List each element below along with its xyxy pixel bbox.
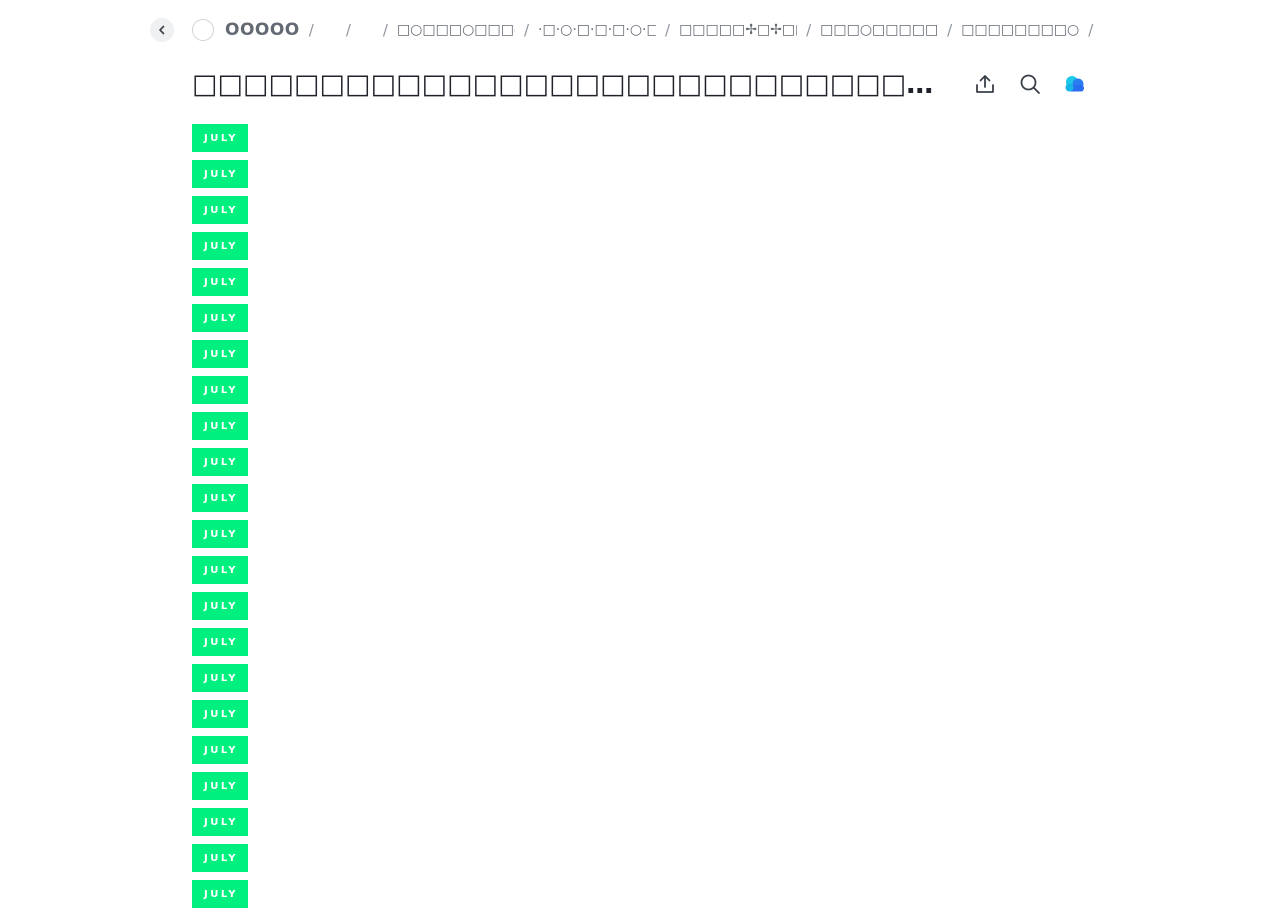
- breadcrumb-separator: /: [345, 21, 351, 39]
- july-badge[interactable]: JULY: [192, 376, 248, 404]
- workspace-name[interactable]: OOOOO: [225, 20, 300, 40]
- breadcrumb-separator: /: [1088, 21, 1094, 39]
- july-badge[interactable]: JULY: [192, 664, 248, 692]
- july-badge[interactable]: JULY: [192, 808, 248, 836]
- july-badge[interactable]: JULY: [192, 484, 248, 512]
- july-badge[interactable]: JULY: [192, 412, 248, 440]
- july-badge[interactable]: JULY: [192, 448, 248, 476]
- breadcrumb-item[interactable]: □○□□□○□□□○: [397, 22, 515, 38]
- july-badge[interactable]: JULY: [192, 268, 248, 296]
- breadcrumb-separator: /: [308, 21, 314, 39]
- july-badge[interactable]: JULY: [192, 700, 248, 728]
- chevron-left-icon: [159, 25, 165, 35]
- share-button[interactable]: [968, 67, 1002, 101]
- cloud-sync-button[interactable]: [1058, 67, 1092, 101]
- share-icon: [976, 75, 994, 93]
- badge-list: JULY JULY JULY JULY JULY JULY JULY JULY …: [192, 124, 248, 916]
- page-title[interactable]: □□□□□□□□□□□□□□□□□□□□□□□□□□□□□□□□□□□□□□□○…: [192, 69, 957, 100]
- july-badge[interactable]: JULY: [192, 232, 248, 260]
- cloud-icon: [1065, 76, 1084, 92]
- breadcrumb-separator: /: [382, 21, 388, 39]
- july-badge[interactable]: JULY: [192, 880, 248, 908]
- title-row: □□□□□□□□□□□□□□□□□□□□□□□□□□□□□□□□□□□□□□□○…: [192, 64, 1092, 104]
- workspace-logo[interactable]: [192, 19, 214, 41]
- july-badge[interactable]: JULY: [192, 340, 248, 368]
- july-badge[interactable]: JULY: [192, 160, 248, 188]
- search-icon: [1020, 74, 1040, 94]
- breadcrumb-separator: /: [947, 21, 953, 39]
- july-badge[interactable]: JULY: [192, 520, 248, 548]
- july-badge[interactable]: JULY: [192, 196, 248, 224]
- july-badge[interactable]: JULY: [192, 736, 248, 764]
- topbar: OOOOO / / / □○□□□○□□□○ / ·□·○·□·□·□·○·□ …: [150, 17, 1095, 43]
- breadcrumb-item[interactable]: □□□□□✢□✢□□: [679, 22, 797, 38]
- search-button[interactable]: [1013, 67, 1047, 101]
- breadcrumb-item[interactable]: □□□□□□□□○□□□: [961, 22, 1079, 38]
- july-badge[interactable]: JULY: [192, 124, 248, 152]
- july-badge[interactable]: JULY: [192, 592, 248, 620]
- breadcrumb-separator: /: [806, 21, 812, 39]
- july-badge[interactable]: JULY: [192, 628, 248, 656]
- breadcrumb-separator: /: [665, 21, 671, 39]
- july-badge[interactable]: JULY: [192, 556, 248, 584]
- breadcrumb-separator: /: [523, 21, 530, 39]
- july-badge[interactable]: JULY: [192, 772, 248, 800]
- breadcrumb-item[interactable]: ·□·○·□·□·□·○·□: [538, 22, 656, 38]
- july-badge[interactable]: JULY: [192, 304, 248, 332]
- breadcrumb-item[interactable]: □□□○□□□□□□□□: [820, 22, 938, 38]
- july-badge[interactable]: JULY: [192, 844, 248, 872]
- back-button[interactable]: [150, 18, 174, 42]
